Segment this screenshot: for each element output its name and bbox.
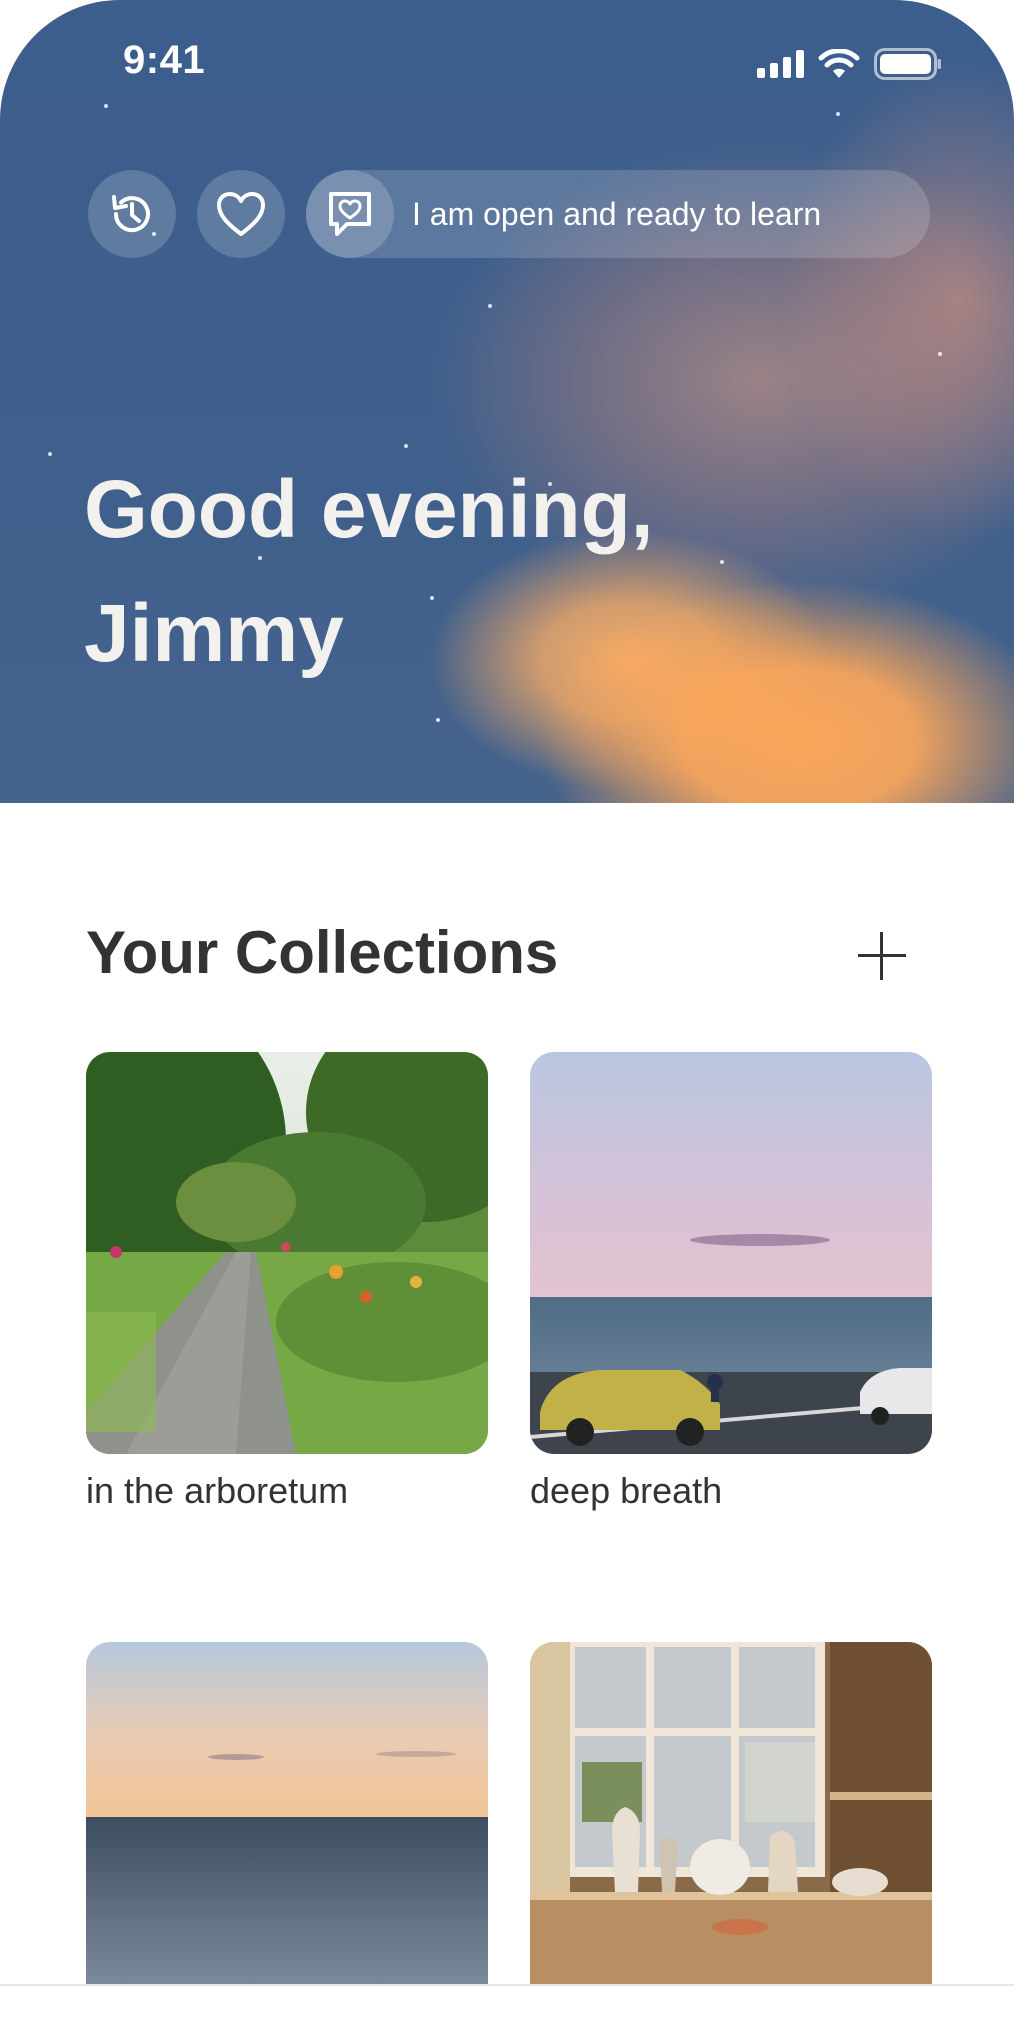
collection-label-arboretum: in the arboretum: [86, 1470, 349, 1511]
pottery-studio-photo: [530, 1642, 932, 1984]
collections-title: Your Collections: [86, 919, 559, 986]
history-button[interactable]: [88, 170, 176, 258]
battery-icon: [874, 48, 941, 80]
seaside-photo: [530, 1052, 932, 1454]
status-time: 9:41: [123, 38, 206, 82]
home-screen: 9:41 I am open and ready to learn Good e…: [0, 0, 1014, 2020]
collection-card-deep-breath[interactable]: [530, 1052, 932, 1454]
greeting-line-1: Good evening,: [84, 464, 654, 555]
affirmation-chip[interactable]: I am open and ready to learn: [306, 170, 930, 258]
sunset-sea-photo: [86, 1642, 488, 1984]
hero-header: 9:41 I am open and ready to learn Good e…: [0, 0, 1014, 803]
message-heart-icon: [329, 192, 371, 236]
cellular-signal-icon: [757, 50, 804, 78]
favorites-button[interactable]: [197, 170, 285, 258]
collection-card-pottery-studio[interactable]: [530, 1642, 932, 1984]
history-icon: [112, 195, 150, 233]
wifi-icon: [818, 49, 860, 78]
affirmation-icon-circle: [306, 170, 394, 258]
affirmation-text: I am open and ready to learn: [412, 196, 822, 232]
bottom-divider: [0, 1984, 1014, 1986]
add-collection-button[interactable]: [858, 926, 916, 984]
heart-icon: [217, 192, 265, 236]
collection-card-arboretum[interactable]: [86, 1052, 488, 1454]
collection-label-deep-breath: deep breath: [530, 1470, 723, 1511]
collection-card-sunset-sea[interactable]: [86, 1642, 488, 1984]
arboretum-photo: [86, 1052, 488, 1454]
greeting-line-2: Jimmy: [84, 588, 344, 679]
greeting-heading: Good evening, Jimmy: [84, 448, 844, 696]
status-icons: [757, 48, 942, 80]
